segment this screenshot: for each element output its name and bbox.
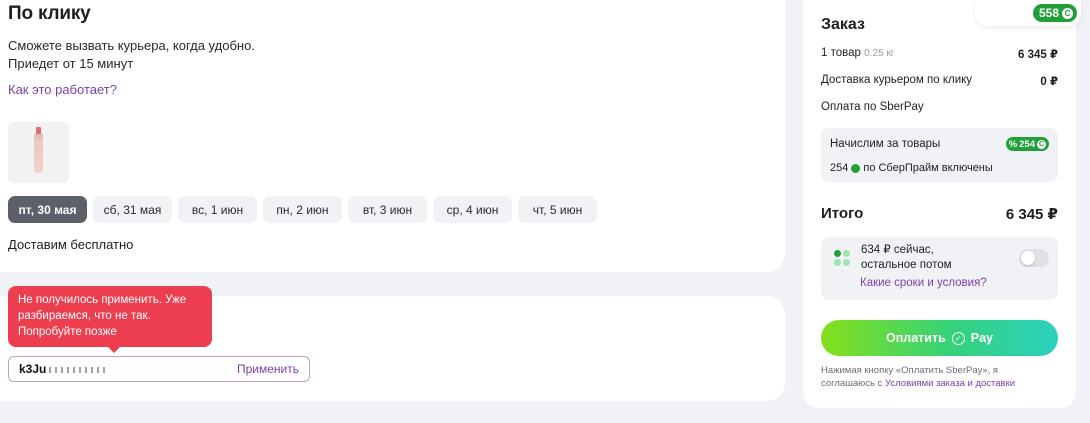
order-payment-label: Оплата по SberPay (821, 101, 924, 113)
how-it-works-link[interactable]: Как это работает? (8, 82, 117, 97)
split-payment-text: 634 ₽ сейчас, остальное потом (861, 243, 952, 273)
split-payment-icon (834, 250, 850, 266)
order-payment-row: Оплата по SberPay (821, 101, 1058, 113)
bonus-balance-badge: 558 С (1032, 4, 1077, 22)
pay-button-label: Оплатить (885, 331, 946, 345)
split-payment-line1: 634 ₽ сейчас, (861, 244, 934, 256)
order-total-value: 6 345 ₽ (1005, 206, 1058, 223)
split-payment-toggle[interactable] (1019, 249, 1049, 267)
split-terms-link[interactable]: Какие сроки и условия? (860, 277, 987, 289)
cashback-label: Начислим за товары (830, 138, 941, 150)
date-option-6[interactable]: чт, 5 июн (518, 196, 597, 223)
date-option-1[interactable]: сб, 31 мая (93, 196, 172, 223)
bonus-balance-value: 558 (1038, 6, 1059, 20)
split-payment-line2: остальное потом (861, 259, 952, 271)
order-title: Заказ (821, 16, 865, 33)
pay-button[interactable]: Оплатить ✓ Pay (821, 320, 1058, 356)
terms-link[interactable]: Условиями заказа и доставки (885, 378, 1015, 389)
promo-error-tooltip: Не получилось применить. Уже разбираемся… (8, 286, 212, 353)
date-selector: пт, 30 мая сб, 31 мая вс, 1 июн пн, 2 ию… (8, 196, 597, 223)
product-bottle-image (34, 126, 43, 173)
promo-code-input[interactable]: k3Ju (19, 362, 237, 376)
bonus-balance[interactable]: 558 С (975, 0, 1081, 26)
cashback-badge: % 254 С (1005, 137, 1049, 151)
terms-line1: Нажимая кнопку «Оплатить SberPay», я (821, 365, 999, 376)
promo-error-line1: Не получилось применить. Уже (18, 294, 187, 306)
sber-spasibo-icon: С (1037, 139, 1046, 149)
delivery-description: Сможете вызвать курьера, когда удобно. П… (8, 37, 255, 73)
date-option-4[interactable]: вт, 3 июн (348, 196, 427, 223)
order-total-label: Итого (821, 205, 864, 222)
order-delivery-row: Доставка курьером по клику 0 ₽ (821, 74, 1058, 88)
cashback-prime-text: по СберПрайм включены (863, 162, 993, 174)
sber-spasibo-icon: С (1062, 7, 1073, 19)
order-items-label: 1 товар (821, 47, 861, 59)
free-delivery-text: Доставим бесплатно (8, 237, 134, 252)
order-delivery-label: Доставка курьером по клику (821, 74, 973, 86)
order-delivery-price: 0 ₽ (1040, 76, 1058, 88)
promo-code-redacted (49, 366, 110, 373)
date-option-0[interactable]: пт, 30 мая (8, 196, 87, 223)
order-items-row: 1 товар 0.25 кг 6 345 ₽ (821, 47, 1058, 61)
delivery-title: По клику (8, 3, 91, 24)
apply-promo-button[interactable]: Применить (237, 362, 299, 376)
split-payment-box: 634 ₽ сейчас, остальное потом Какие срок… (821, 237, 1058, 300)
order-items-weight: 0.25 кг (864, 48, 895, 59)
order-items-label-group: 1 товар 0.25 кг (821, 47, 894, 61)
promo-error-line2: разбираемся, что не так. (18, 310, 151, 322)
terms-text: Нажимая кнопку «Оплатить SberPay», я сог… (821, 365, 1058, 390)
promo-error-line3: Попробуйте позже (18, 326, 117, 338)
order-total-row: Итого 6 345 ₽ (821, 205, 1058, 223)
terms-line2: соглашаюсь с Условиями заказа и доставки (821, 378, 1058, 391)
terms-prefix: соглашаюсь с (821, 377, 885, 389)
order-items-price: 6 345 ₽ (1018, 49, 1058, 61)
check-circle-icon: ✓ (951, 331, 965, 345)
promo-code-field[interactable]: k3Ju Применить (8, 356, 310, 382)
cashback-box: Начислим за товары % 254 С 254 по СберПр… (821, 128, 1058, 182)
promo-code-value: k3Ju (19, 362, 47, 376)
pay-button-suffix: Pay (970, 331, 994, 345)
product-thumbnail[interactable] (8, 122, 69, 183)
date-option-5[interactable]: ср, 4 июн (433, 196, 512, 223)
date-option-2[interactable]: вс, 1 июн (178, 196, 257, 223)
date-option-3[interactable]: пн, 2 июн (263, 196, 342, 223)
sber-spasibo-icon (851, 163, 861, 173)
delivery-desc-line2: Приедет от 15 минут (8, 56, 134, 71)
delivery-desc-line1: Сможете вызвать курьера, когда удобно. (8, 38, 255, 53)
cashback-prime-line: 254 по СберПрайм включены (830, 162, 993, 174)
cashback-percent-icon: % (1008, 138, 1018, 150)
cashback-prime-amount: 254 (830, 162, 849, 174)
cashback-badge-value: 254 (1019, 138, 1035, 150)
